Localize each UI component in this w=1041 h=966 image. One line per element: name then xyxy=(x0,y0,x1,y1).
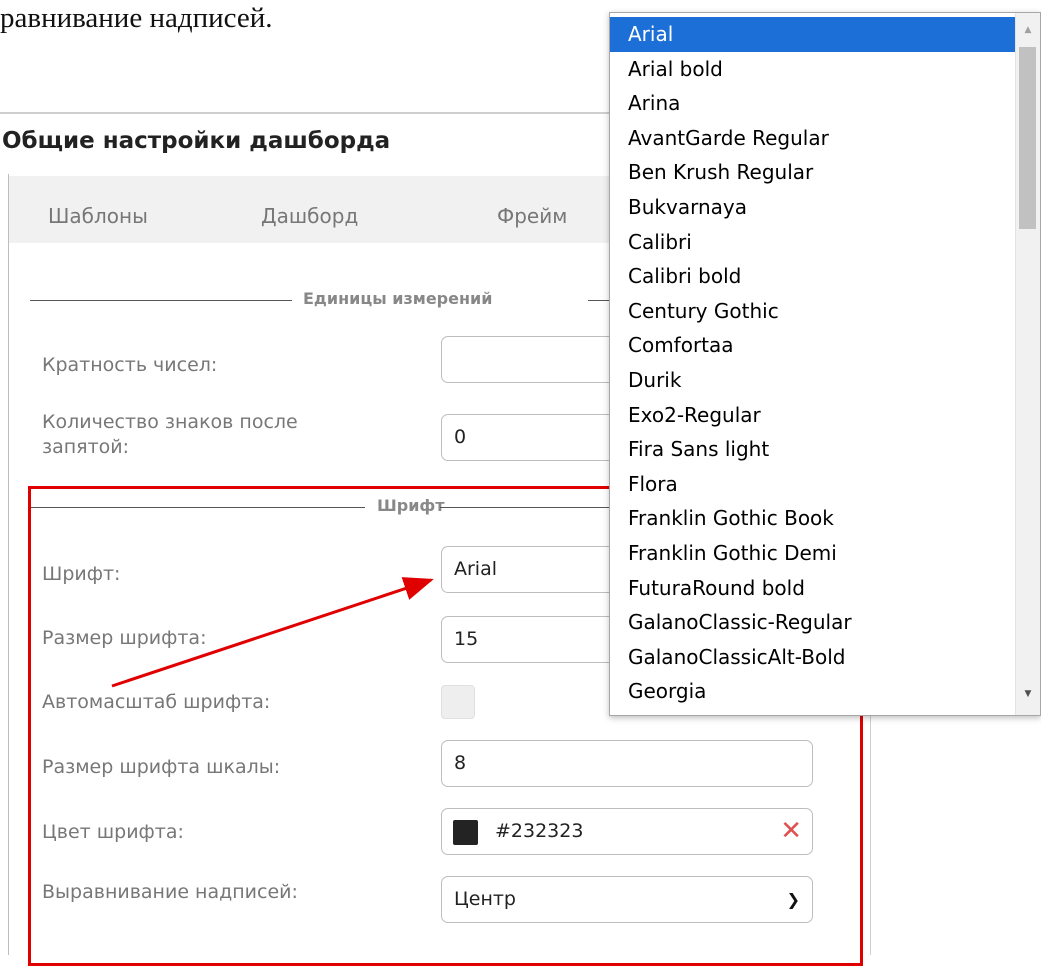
decimals-label-line2: запятой: xyxy=(42,436,130,458)
legend-line xyxy=(30,507,365,508)
font-size-label: Размер шрифта: xyxy=(42,627,207,649)
font-option[interactable]: Ben Krush Regular xyxy=(610,155,1016,190)
font-option[interactable]: Franklin Gothic Demi xyxy=(610,536,1016,571)
legend-line xyxy=(588,300,610,301)
font-option[interactable]: Durik xyxy=(610,363,1016,398)
tab-frame[interactable]: Фрейм xyxy=(497,204,567,228)
document-text: равнивание надписей. xyxy=(0,2,273,34)
font-option[interactable]: AvantGarde Regular xyxy=(610,121,1016,156)
font-option[interactable]: Arial bold xyxy=(610,52,1016,87)
font-option[interactable]: Fira Sans light xyxy=(610,432,1016,467)
autoscale-label: Автомасштаб шрифта: xyxy=(42,691,271,713)
font-option[interactable]: Century Gothic xyxy=(610,294,1016,329)
decimals-label-line1: Количество знаков после xyxy=(42,411,298,433)
panel-left-border xyxy=(8,174,9,955)
legend-line xyxy=(30,300,292,301)
font-option[interactable]: Exo2-Regular xyxy=(610,398,1016,433)
scroll-down-icon[interactable]: ▼ xyxy=(1016,689,1040,699)
scrollbar-thumb[interactable] xyxy=(1019,47,1036,229)
units-legend-text: Единицы измерений xyxy=(303,289,493,308)
font-option[interactable]: Arina xyxy=(610,86,1016,121)
scale-font-size-input[interactable]: 8 xyxy=(441,740,813,787)
dropdown-scrollbar[interactable]: ▲ ▼ xyxy=(1015,13,1040,715)
legend-line xyxy=(440,507,610,508)
font-option[interactable]: Flora xyxy=(610,467,1016,502)
font-color-label: Цвет шрифта: xyxy=(42,821,184,843)
font-options: Arial Arial bold Arina AvantGarde Regular Be… xyxy=(610,17,1016,709)
chevron-down-icon: ❯ xyxy=(786,890,800,909)
font-color-picker[interactable]: #232323 ✕ xyxy=(441,808,813,855)
tab-dashboard[interactable]: Дашборд xyxy=(261,204,358,228)
alignment-label: Выравнивание надписей: xyxy=(42,881,298,903)
tab-templates[interactable]: Шаблоны xyxy=(48,204,148,228)
font-legend: Шрифт xyxy=(30,496,610,520)
clear-icon[interactable]: ✕ xyxy=(780,809,802,854)
alignment-select[interactable]: Центр ❯ xyxy=(441,876,813,923)
font-option[interactable]: Calibri bold xyxy=(610,259,1016,294)
font-option[interactable]: Georgia xyxy=(610,674,1016,709)
alignment-value: Центр xyxy=(454,888,516,910)
scale-font-size-label: Размер шрифта шкалы: xyxy=(42,756,281,778)
font-option[interactable]: Comfortaa xyxy=(610,328,1016,363)
font-color-value: #232323 xyxy=(495,820,584,842)
scroll-up-icon[interactable]: ▲ xyxy=(1016,25,1040,35)
font-option[interactable]: GalanoClassicAlt-Bold xyxy=(610,640,1016,675)
color-swatch[interactable] xyxy=(453,820,478,845)
font-option[interactable]: Bukvarnaya xyxy=(610,190,1016,225)
decimals-label: Количество знаков после запятой: xyxy=(42,410,298,460)
units-legend: Единицы измерений xyxy=(30,289,610,313)
font-option[interactable]: Arial xyxy=(610,17,1016,52)
autoscale-checkbox[interactable] xyxy=(441,685,475,719)
font-legend-text: Шрифт xyxy=(377,496,445,515)
font-option[interactable]: Calibri xyxy=(610,225,1016,260)
font-dropdown-list[interactable]: Arial Arial bold Arina AvantGarde Regular Be… xyxy=(609,12,1041,716)
multiplicity-label: Кратность чисел: xyxy=(42,354,218,376)
font-option[interactable]: GalanoClassic-Regular xyxy=(610,605,1016,640)
font-option[interactable]: FuturaRound bold xyxy=(610,571,1016,606)
panel-title: Общие настройки дашборда xyxy=(2,128,391,154)
font-option[interactable]: Franklin Gothic Book xyxy=(610,501,1016,536)
font-label: Шрифт: xyxy=(42,563,121,585)
